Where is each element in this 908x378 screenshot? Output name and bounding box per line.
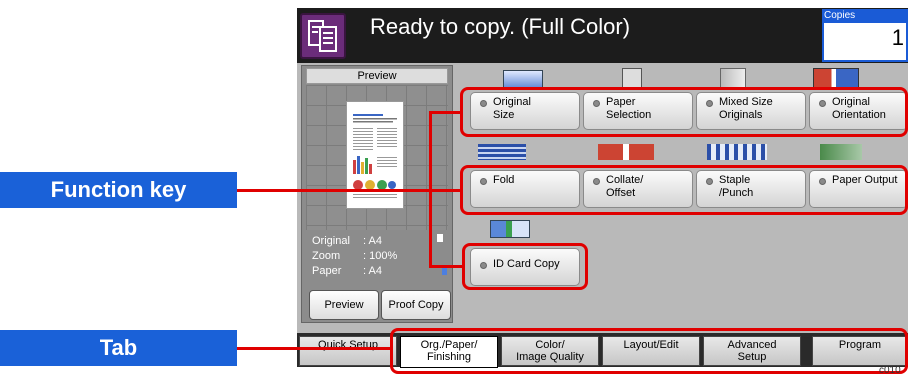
info-paper-key: Paper [312, 265, 342, 277]
portrait-icon [437, 234, 443, 242]
orientation-icon [813, 68, 859, 88]
staple-icon [707, 144, 767, 160]
function-key-callout: Function key [0, 172, 237, 208]
preview-heading: Preview [306, 68, 448, 84]
copies-value: 1 [891, 25, 904, 50]
info-original-value: : A4 [363, 235, 382, 247]
function-key-highlight-row3 [462, 243, 588, 290]
fold-icon [478, 144, 526, 160]
connector-bottom [429, 265, 462, 268]
function-key-highlight-row2 [460, 165, 908, 215]
mixed-size-icon [720, 68, 746, 88]
proof-copy-button[interactable]: Proof Copy [381, 290, 451, 320]
copies-label: Copies [824, 10, 856, 21]
collate-icon [598, 144, 654, 160]
paper-output-icon [820, 144, 862, 160]
id-card-icon [490, 220, 530, 238]
preview-button[interactable]: Preview [309, 290, 379, 320]
original-size-icon [503, 70, 543, 88]
tab-callout: Tab [0, 330, 237, 366]
tab-pointer-line [237, 347, 390, 350]
tab-highlight [390, 328, 908, 374]
paper-tray-icon [442, 268, 447, 275]
copy-icon [300, 13, 346, 59]
info-paper-value: : A4 [363, 265, 382, 277]
paper-selection-icon [622, 68, 642, 88]
connector-top [429, 111, 462, 114]
status-title: Ready to copy. (Full Color) [370, 14, 631, 39]
figure-code: c010 [879, 365, 901, 376]
info-zoom-value: : 100% [363, 250, 398, 262]
info-zoom-key: Zoom [312, 250, 341, 262]
document-thumbnail [346, 101, 404, 209]
tab-quick-setup[interactable]: Quick Setup [299, 336, 397, 366]
info-original-key: Original [312, 235, 350, 247]
function-key-pointer-line [237, 189, 460, 192]
function-key-highlight-row1 [460, 87, 908, 137]
